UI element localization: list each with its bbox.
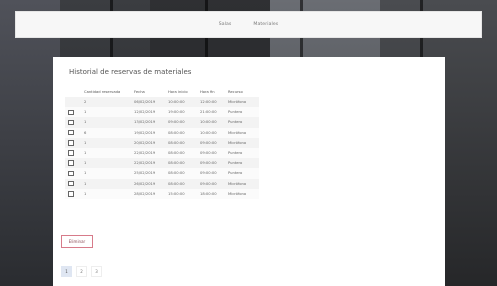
cell-resource: Puntero <box>225 168 259 179</box>
cell-end-time: 09:00:00 <box>197 178 225 189</box>
cell-resource: Micrófono <box>225 97 259 108</box>
cell-quantity: 6 <box>81 127 131 138</box>
cell-date: 12/02/2019 <box>131 107 165 118</box>
cell-quantity: 2 <box>81 97 131 108</box>
cell-quantity: 1 <box>81 117 131 128</box>
table-row: 1 12/02/2019 19:00:00 21:00:00 Puntero <box>65 107 259 118</box>
row-select-cell <box>65 97 81 108</box>
table-row: 1 22/02/2019 08:00:00 09:00:00 Puntero <box>65 158 259 169</box>
row-select-cell <box>65 137 81 148</box>
cell-date: 19/02/2019 <box>131 127 165 138</box>
row-select-cell <box>65 107 81 118</box>
header-select <box>65 87 81 97</box>
row-checkbox[interactable] <box>68 180 74 187</box>
cell-date: 20/02/2019 <box>131 137 165 148</box>
table-row: 2 06/02/2019 10:00:00 12:00:00 Micrófono <box>65 97 259 108</box>
cell-start-time: 15:00:00 <box>165 188 197 199</box>
cell-start-time: 08:00:00 <box>165 168 197 179</box>
nav-link-materiales[interactable]: Materiales <box>253 22 278 27</box>
cell-start-time: 08:00:00 <box>165 137 197 148</box>
cell-quantity: 1 <box>81 188 131 199</box>
page-2-button[interactable]: 2 <box>76 266 87 277</box>
header-start-time: Hora inicio <box>168 90 188 94</box>
table-row: 6 19/02/2019 08:00:00 10:00:00 Micrófono <box>65 127 259 138</box>
cell-end-time: 09:00:00 <box>197 137 225 148</box>
cell-resource: Puntero <box>225 117 259 128</box>
cell-date: 22/02/2019 <box>131 158 165 169</box>
cell-start-time: 08:00:00 <box>165 127 197 138</box>
table-row: 1 13/02/2019 09:00:00 10:00:00 Puntero <box>65 117 259 128</box>
cell-quantity: 1 <box>81 137 131 148</box>
row-checkbox[interactable] <box>68 119 74 126</box>
cell-resource: Micrófono <box>225 188 259 199</box>
cell-end-time: 09:00:00 <box>197 147 225 159</box>
nav-link-salas[interactable]: Salas <box>219 22 232 27</box>
row-select-cell <box>65 178 81 189</box>
cell-end-time: 12:00:00 <box>197 97 225 108</box>
cell-end-time: 10:00:00 <box>197 127 225 138</box>
page-title: Historial de reservas de materiales <box>69 68 192 76</box>
cell-resource: Micrófono <box>225 178 259 189</box>
cell-end-time: 10:00:00 <box>197 117 225 128</box>
row-checkbox[interactable] <box>68 170 74 177</box>
cell-date: 26/02/2019 <box>131 178 165 189</box>
cell-resource: Puntero <box>225 147 259 159</box>
table-row: 1 25/02/2019 08:00:00 09:00:00 Puntero <box>65 168 259 179</box>
cell-start-time: 10:00:00 <box>165 97 197 108</box>
cell-quantity: 1 <box>81 107 131 118</box>
row-checkbox[interactable] <box>68 109 74 116</box>
row-select-cell <box>65 168 81 179</box>
cell-quantity: 1 <box>81 178 131 189</box>
cell-start-time: 19:00:00 <box>165 107 197 118</box>
cell-date: 28/02/2019 <box>131 188 165 199</box>
table-row: 1 28/02/2019 15:00:00 18:00:00 Micrófono <box>65 188 259 199</box>
cell-quantity: 1 <box>81 147 131 159</box>
table-header-row: Cantidad reservada Fecha Hora inicio Hor… <box>65 87 259 97</box>
header-resource: Recurso <box>228 90 243 94</box>
top-nav: Salas Materiales <box>15 11 482 38</box>
cell-date: 06/02/2019 <box>131 97 165 108</box>
row-select-cell <box>65 127 81 138</box>
cell-end-time: 18:00:00 <box>197 188 225 199</box>
cell-date: 13/02/2019 <box>131 117 165 128</box>
row-checkbox[interactable] <box>68 150 74 156</box>
cell-start-time: 09:00:00 <box>165 117 197 128</box>
cell-resource: Micrófono <box>225 127 259 138</box>
pagination: 1 2 3 <box>61 266 102 277</box>
cell-resource: Puntero <box>225 107 259 118</box>
cell-resource: Micrófono <box>225 137 259 148</box>
cell-resource: Puntero <box>225 158 259 169</box>
reservations-table: Cantidad reservada Fecha Hora inicio Hor… <box>65 87 259 199</box>
header-end-time: Hora fin <box>200 90 215 94</box>
cell-quantity: 1 <box>81 158 131 169</box>
table-row: 1 20/02/2019 08:00:00 09:00:00 Micrófono <box>65 137 259 148</box>
cell-date: 22/02/2019 <box>131 147 165 159</box>
cell-quantity: 1 <box>81 168 131 179</box>
header-date: Fecha <box>134 90 145 94</box>
row-select-cell <box>65 158 81 169</box>
cell-end-time: 09:00:00 <box>197 168 225 179</box>
delete-button[interactable]: Eliminar <box>61 235 93 248</box>
row-select-cell <box>65 117 81 128</box>
reservations-card: Historial de reservas de materiales Cant… <box>53 57 445 286</box>
row-select-cell <box>65 188 81 199</box>
cell-start-time: 08:00:00 <box>165 158 197 169</box>
header-quantity: Cantidad reservada <box>84 90 121 94</box>
row-select-cell <box>65 147 81 159</box>
row-checkbox[interactable] <box>68 160 74 166</box>
cell-end-time: 09:00:00 <box>197 158 225 169</box>
cell-end-time: 21:00:00 <box>197 107 225 118</box>
row-checkbox[interactable] <box>68 140 74 146</box>
page-3-button[interactable]: 3 <box>91 266 102 277</box>
cell-start-time: 08:00:00 <box>165 178 197 189</box>
cell-date: 25/02/2019 <box>131 168 165 179</box>
row-checkbox[interactable] <box>68 191 74 197</box>
row-checkbox[interactable] <box>68 129 74 136</box>
page-1-button[interactable]: 1 <box>61 266 72 277</box>
cell-start-time: 08:00:00 <box>165 147 197 159</box>
table-row: 1 26/02/2019 08:00:00 09:00:00 Micrófono <box>65 178 259 189</box>
table-row: 1 22/02/2019 08:00:00 09:00:00 Puntero <box>65 147 259 159</box>
